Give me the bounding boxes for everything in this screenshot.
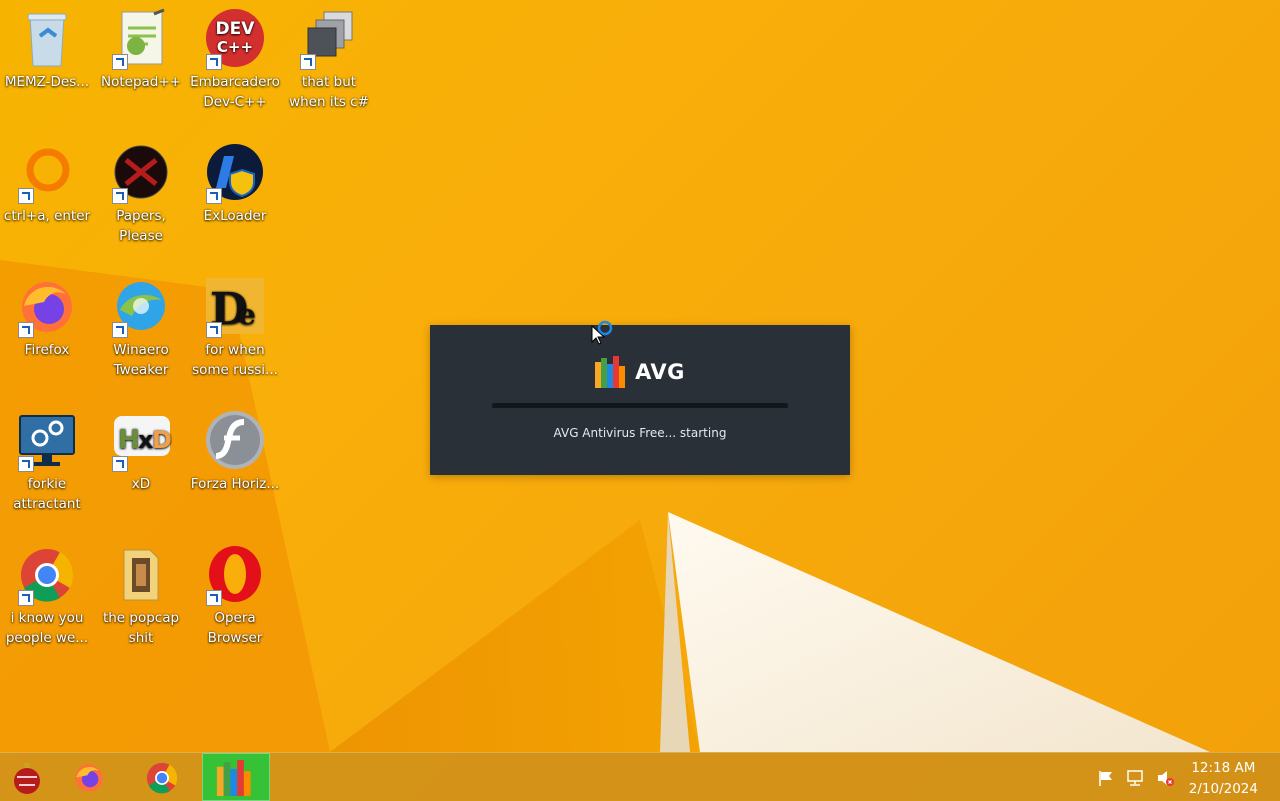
desktop-icon-label: Firefox (24, 342, 70, 358)
taskbar: 12:18 AM 2/10/2024 (0, 752, 1280, 801)
avg-icon (216, 760, 251, 796)
clock-time: 12:18 AM (1191, 760, 1256, 776)
busy-cursor-icon (591, 320, 613, 345)
svg-text:DEV: DEV (216, 19, 256, 39)
desktop-icon-notepadpp[interactable]: Notepad++ (94, 4, 188, 92)
svg-text:C++: C++ (217, 38, 253, 56)
ornament-icon (14, 763, 40, 794)
firefox-icon (75, 764, 103, 792)
desktop-icon-popcap[interactable]: the popcap shit (94, 540, 188, 648)
desktop-icon-forkie[interactable]: forkie attractant (0, 406, 94, 514)
de-icon: De (204, 276, 266, 338)
winaero-icon (110, 276, 172, 338)
taskbar-button-chrome[interactable] (130, 753, 198, 801)
network-icon[interactable] (1126, 769, 1144, 787)
volume-muted-icon[interactable] (1156, 769, 1174, 787)
stack-icon (298, 8, 360, 70)
notepadpp-icon (110, 8, 172, 70)
shortcut-arrow-icon (206, 322, 222, 338)
desktop-icon-csharp[interactable]: that but when its c# (282, 4, 376, 112)
clock-date: 2/10/2024 (1188, 781, 1258, 797)
desktop-icon-label: Forza Horiz... (190, 476, 280, 492)
shortcut-arrow-icon (112, 456, 128, 472)
desktop-icon-memz[interactable]: MEMZ-Des... (0, 4, 94, 92)
desktop-icon-label: forkie attractant (13, 476, 81, 512)
shortcut-arrow-icon (112, 322, 128, 338)
exloader-icon (204, 142, 266, 204)
hxd-icon: HxD (110, 410, 172, 472)
desktop-icon-label: Papers, Please (116, 208, 166, 244)
monitor-gear-icon (16, 410, 78, 472)
shortcut-arrow-icon (206, 590, 222, 606)
desktop-icon-label: ctrl+a, enter (3, 208, 91, 224)
desktop-icon-de[interactable]: De for when some russi... (188, 272, 282, 380)
papers-please-icon (110, 142, 172, 204)
recycle-bin-icon (16, 8, 78, 70)
progress-bar (492, 403, 788, 408)
desktop-icon-label: ExLoader (203, 208, 267, 224)
taskbar-button-avg[interactable] (202, 753, 270, 801)
splash-status-text: AVG Antivirus Free... starting (553, 426, 727, 440)
shortcut-arrow-icon (300, 54, 316, 70)
avg-splash-window: AVG AVG Antivirus Free... starting (430, 325, 850, 475)
desktop-icon-firefox[interactable]: Firefox (0, 272, 94, 360)
opera-icon (204, 544, 266, 606)
shortcut-arrow-icon (206, 54, 222, 70)
action-center-flag-icon[interactable] (1097, 769, 1115, 787)
desktop-icon-forza[interactable]: Forza Horiz... (188, 406, 282, 494)
taskbar-clock[interactable]: 12:18 AM 2/10/2024 (1189, 758, 1258, 800)
desktop-icon-label: that but when its c# (289, 74, 369, 110)
desktop-icon-xd[interactable]: HxD xD (94, 406, 188, 494)
desktop-icon-label: for when some russi... (192, 342, 278, 378)
taskbar-button-firefox[interactable] (56, 753, 124, 801)
desktop-icon-label: Notepad++ (101, 74, 181, 90)
svg-text:e: e (238, 298, 256, 331)
desktop-icon-opera[interactable]: Opera Browser (188, 540, 282, 648)
chrome-icon (146, 762, 178, 794)
desktop-icon-exloader[interactable]: ExLoader (188, 138, 282, 226)
avg-logo-text: AVG (635, 360, 685, 384)
desktop-icon-devcpp[interactable]: DEV C++ Embarcadero Dev-C++ (188, 4, 282, 112)
shortcut-arrow-icon (18, 188, 34, 204)
shortcut-arrow-icon (112, 54, 128, 70)
avg-logo: AVG (430, 355, 850, 389)
desktop-icon-label: i know you people we... (5, 610, 89, 646)
folder-icon (110, 544, 172, 606)
flash-icon (204, 410, 266, 472)
shortcut-arrow-icon (18, 590, 34, 606)
desktop-icon-label: Opera Browser (207, 610, 263, 646)
avg-logo-icon (595, 356, 626, 388)
desktop-icon-label: Embarcadero Dev-C++ (190, 74, 280, 110)
desktop-icon-label: the popcap shit (102, 610, 180, 646)
shortcut-arrow-icon (112, 188, 128, 204)
shortcut-arrow-icon (18, 322, 34, 338)
desktop-icon-label: xD (131, 476, 151, 492)
desktop-icon-label: MEMZ-Des... (4, 74, 90, 90)
desktop-icon-papers-please[interactable]: Papers, Please (94, 138, 188, 246)
chrome-icon (16, 544, 78, 606)
shortcut-arrow-icon (18, 456, 34, 472)
desktop-icon-label: Winaero Tweaker (113, 342, 169, 378)
shortcut-arrow-icon (206, 188, 222, 204)
firefox-icon (16, 276, 78, 338)
desktop-icon-ctrl-a-enter[interactable]: ctrl+a, enter (0, 138, 94, 226)
devcpp-icon: DEV C++ (204, 8, 266, 70)
desktop-icon-winaero[interactable]: Winaero Tweaker (94, 272, 188, 380)
svg-text:H: H (118, 425, 140, 455)
orange-ring-icon (16, 142, 78, 204)
desktop-icon-chrome-people[interactable]: i know you people we... (0, 540, 94, 648)
svg-text:D: D (152, 426, 172, 454)
